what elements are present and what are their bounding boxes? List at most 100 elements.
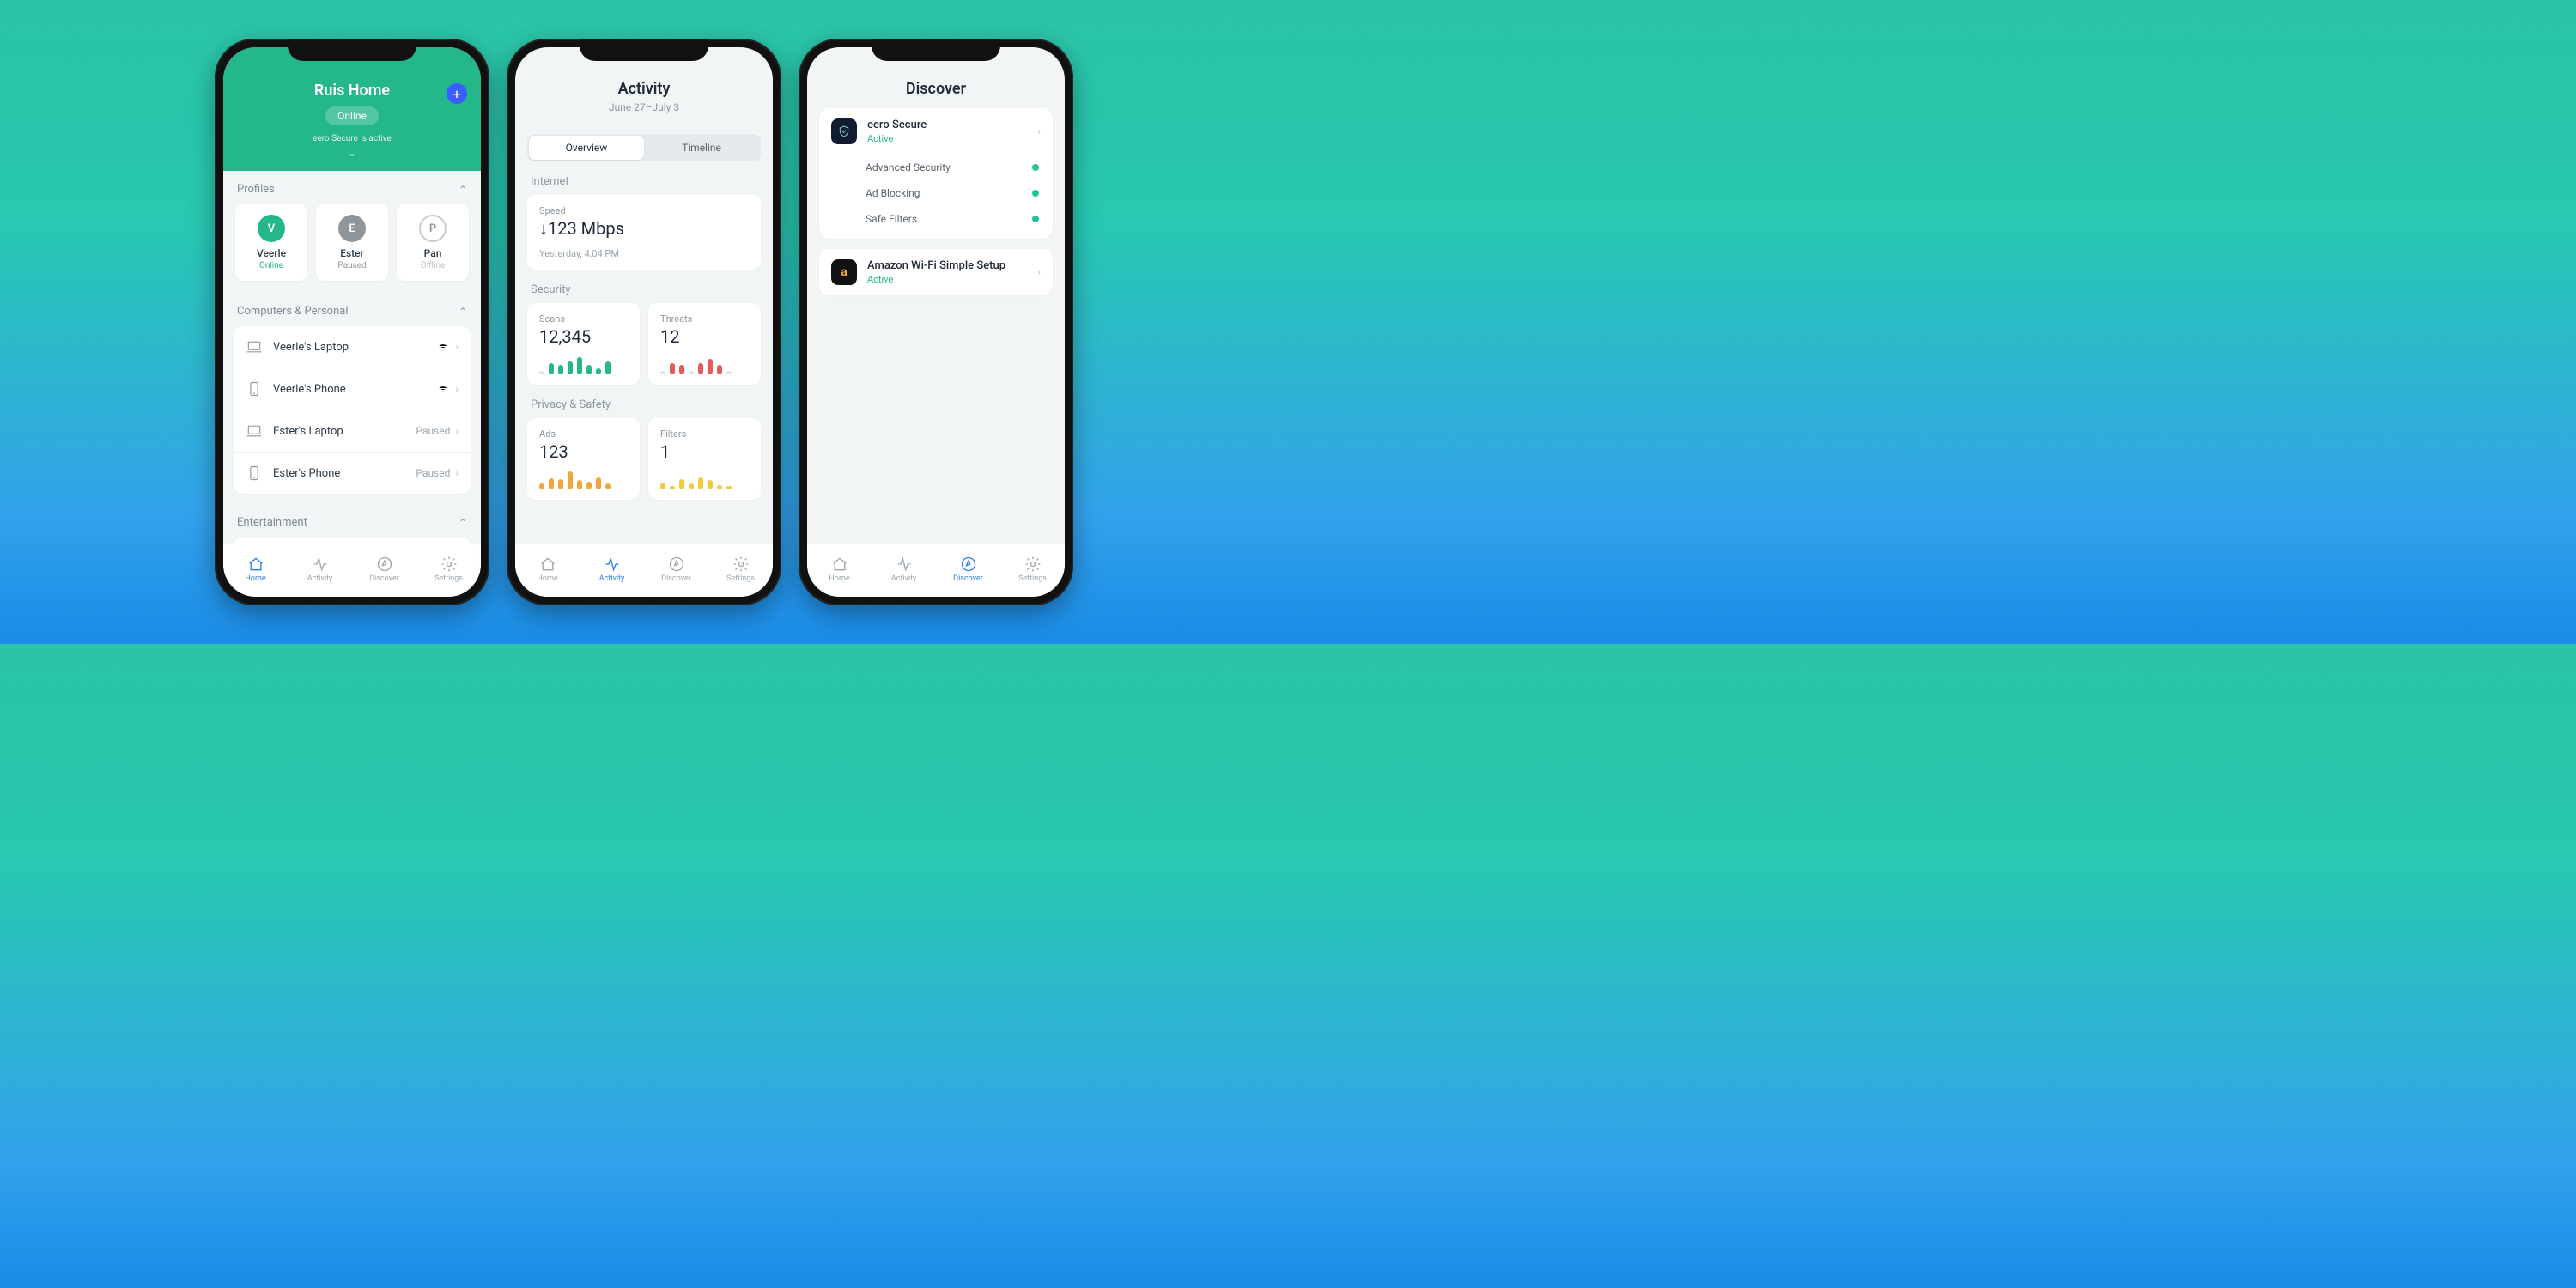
tab-discover[interactable]: Discover bbox=[936, 556, 1000, 583]
add-button[interactable]: + bbox=[447, 83, 467, 104]
group2-section-head[interactable]: Entertainment ⌃ bbox=[223, 504, 481, 538]
settings-icon bbox=[1024, 556, 1042, 573]
chevron-up-icon: ⌃ bbox=[459, 306, 467, 318]
profile-name: Ester bbox=[319, 247, 385, 259]
speed-card[interactable]: Speed ↓123 Mbps Yesterday, 4:04 PM bbox=[527, 195, 761, 270]
security-label: Security bbox=[515, 270, 773, 303]
device-row[interactable]: Ester's Laptop Paused › bbox=[234, 410, 471, 453]
tab-label: Settings bbox=[1018, 574, 1047, 583]
tab-activity[interactable]: Activity bbox=[872, 556, 936, 583]
device-name: Veerle's Phone bbox=[273, 383, 426, 396]
chevron-down-icon[interactable]: ⌄ bbox=[237, 147, 467, 159]
ads-card[interactable]: Ads 123 bbox=[527, 418, 640, 500]
ads-value: 123 bbox=[539, 441, 628, 462]
chevron-up-icon: ⌃ bbox=[459, 517, 467, 529]
profile-card[interactable]: P Pan Offline bbox=[397, 204, 469, 281]
discover-icon bbox=[376, 556, 393, 573]
tab-label: Activity bbox=[307, 574, 332, 583]
tab-activity[interactable]: Activity bbox=[288, 556, 352, 583]
amazon-setup-head[interactable]: a Amazon Wi-Fi Simple Setup Active › bbox=[819, 249, 1053, 295]
device-row[interactable]: Veerle's Laptop › bbox=[234, 326, 471, 368]
threats-value: 12 bbox=[660, 326, 749, 347]
tab-label: Activity bbox=[599, 574, 624, 583]
filters-value: 1 bbox=[660, 441, 749, 462]
chevron-right-icon: › bbox=[455, 383, 459, 395]
amazon-setup-name: Amazon Wi-Fi Simple Setup bbox=[867, 259, 1027, 272]
chevron-right-icon: › bbox=[1037, 266, 1041, 278]
chevron-up-icon: ⌃ bbox=[459, 184, 467, 196]
tab-overview[interactable]: Overview bbox=[529, 136, 644, 160]
threats-card[interactable]: Threats 12 bbox=[648, 303, 761, 385]
speed-label: Speed bbox=[539, 205, 749, 216]
status-badge: Online bbox=[325, 106, 379, 125]
device-row[interactable]: Sonos 1 › bbox=[234, 538, 471, 544]
tab-label: Home bbox=[537, 574, 557, 583]
activity-icon bbox=[896, 556, 913, 573]
avatar: P bbox=[419, 215, 447, 242]
status-dot-icon bbox=[1032, 190, 1039, 197]
discover-icon bbox=[668, 556, 685, 573]
profiles-section-head[interactable]: Profiles ⌃ bbox=[223, 171, 481, 204]
profile-status: Online bbox=[239, 261, 304, 270]
feature-row[interactable]: Safe Filters bbox=[819, 206, 1053, 232]
tab-timeline[interactable]: Timeline bbox=[644, 136, 759, 160]
tab-label: Discover bbox=[661, 574, 691, 583]
tab-discover[interactable]: Discover bbox=[352, 556, 416, 583]
filters-card[interactable]: Filters 1 bbox=[648, 418, 761, 500]
status-dot-icon bbox=[1032, 164, 1039, 171]
tab-home[interactable]: Home bbox=[515, 556, 580, 583]
feature-row[interactable]: Advanced Security bbox=[819, 155, 1053, 180]
home-icon bbox=[539, 556, 556, 573]
chevron-right-icon: › bbox=[455, 425, 459, 437]
activity-title: Activity bbox=[529, 80, 759, 98]
scans-card[interactable]: Scans 12,345 bbox=[527, 303, 640, 385]
profile-card[interactable]: V Veerle Online bbox=[235, 204, 307, 281]
device-name: Veerle's Laptop bbox=[273, 341, 426, 354]
device-row[interactable]: Veerle's Phone › bbox=[234, 368, 471, 410]
privacy-label: Privacy & Safety bbox=[515, 385, 773, 418]
tab-home[interactable]: Home bbox=[807, 556, 872, 583]
tab-home[interactable]: Home bbox=[223, 556, 288, 583]
profile-name: Veerle bbox=[239, 247, 304, 259]
speed-time: Yesterday, 4:04 PM bbox=[539, 248, 749, 259]
ads-label: Ads bbox=[539, 428, 628, 440]
feature-label: Safe Filters bbox=[866, 213, 917, 225]
feature-label: Ad Blocking bbox=[866, 187, 920, 199]
settings-icon bbox=[440, 556, 458, 573]
tab-activity[interactable]: Activity bbox=[580, 556, 644, 583]
internet-label: Internet bbox=[515, 161, 773, 195]
eero-secure-name: eero Secure bbox=[867, 118, 1027, 131]
activity-date-range: June 27–July 3 bbox=[529, 101, 759, 113]
chevron-right-icon: › bbox=[455, 341, 459, 353]
shield-icon bbox=[831, 118, 857, 144]
device-row[interactable]: Ester's Phone Paused› bbox=[234, 453, 471, 494]
chevron-right-icon: › bbox=[1037, 125, 1041, 137]
segmented-control: Overview Timeline bbox=[527, 134, 761, 161]
eero-secure-status: Active bbox=[867, 133, 1027, 144]
tab-settings[interactable]: Settings bbox=[708, 556, 773, 583]
tab-settings[interactable]: Settings bbox=[416, 556, 481, 583]
tab-label: Home bbox=[829, 574, 849, 583]
amazon-icon: a bbox=[831, 259, 857, 285]
group1-section-head[interactable]: Computers & Personal ⌃ bbox=[223, 293, 481, 326]
home-header: + Ruis Home Online eero Secure is active… bbox=[223, 47, 481, 171]
feature-row[interactable]: Ad Blocking bbox=[819, 180, 1053, 206]
feature-label: Advanced Security bbox=[866, 161, 951, 173]
filters-label: Filters bbox=[660, 428, 749, 440]
eero-secure-head[interactable]: eero Secure Active › bbox=[819, 108, 1053, 155]
notch bbox=[872, 39, 1000, 61]
tab-discover[interactable]: Discover bbox=[644, 556, 708, 583]
tab-label: Activity bbox=[891, 574, 916, 583]
amazon-setup-card: a Amazon Wi-Fi Simple Setup Active › bbox=[819, 249, 1053, 295]
scans-value: 12,345 bbox=[539, 326, 628, 347]
profile-card[interactable]: E Ester Paused bbox=[316, 204, 388, 281]
tab-label: Settings bbox=[434, 574, 463, 583]
activity-icon bbox=[604, 556, 621, 573]
tab-settings[interactable]: Settings bbox=[1000, 556, 1065, 583]
discover-title: Discover bbox=[821, 80, 1051, 98]
device-name: Ester's Laptop bbox=[273, 425, 405, 438]
device-status-text: Paused bbox=[416, 425, 450, 437]
phone-icon bbox=[246, 380, 263, 398]
phone-discover: Discover eero Secure Active › Advanced S… bbox=[799, 39, 1073, 605]
notch bbox=[580, 39, 708, 61]
